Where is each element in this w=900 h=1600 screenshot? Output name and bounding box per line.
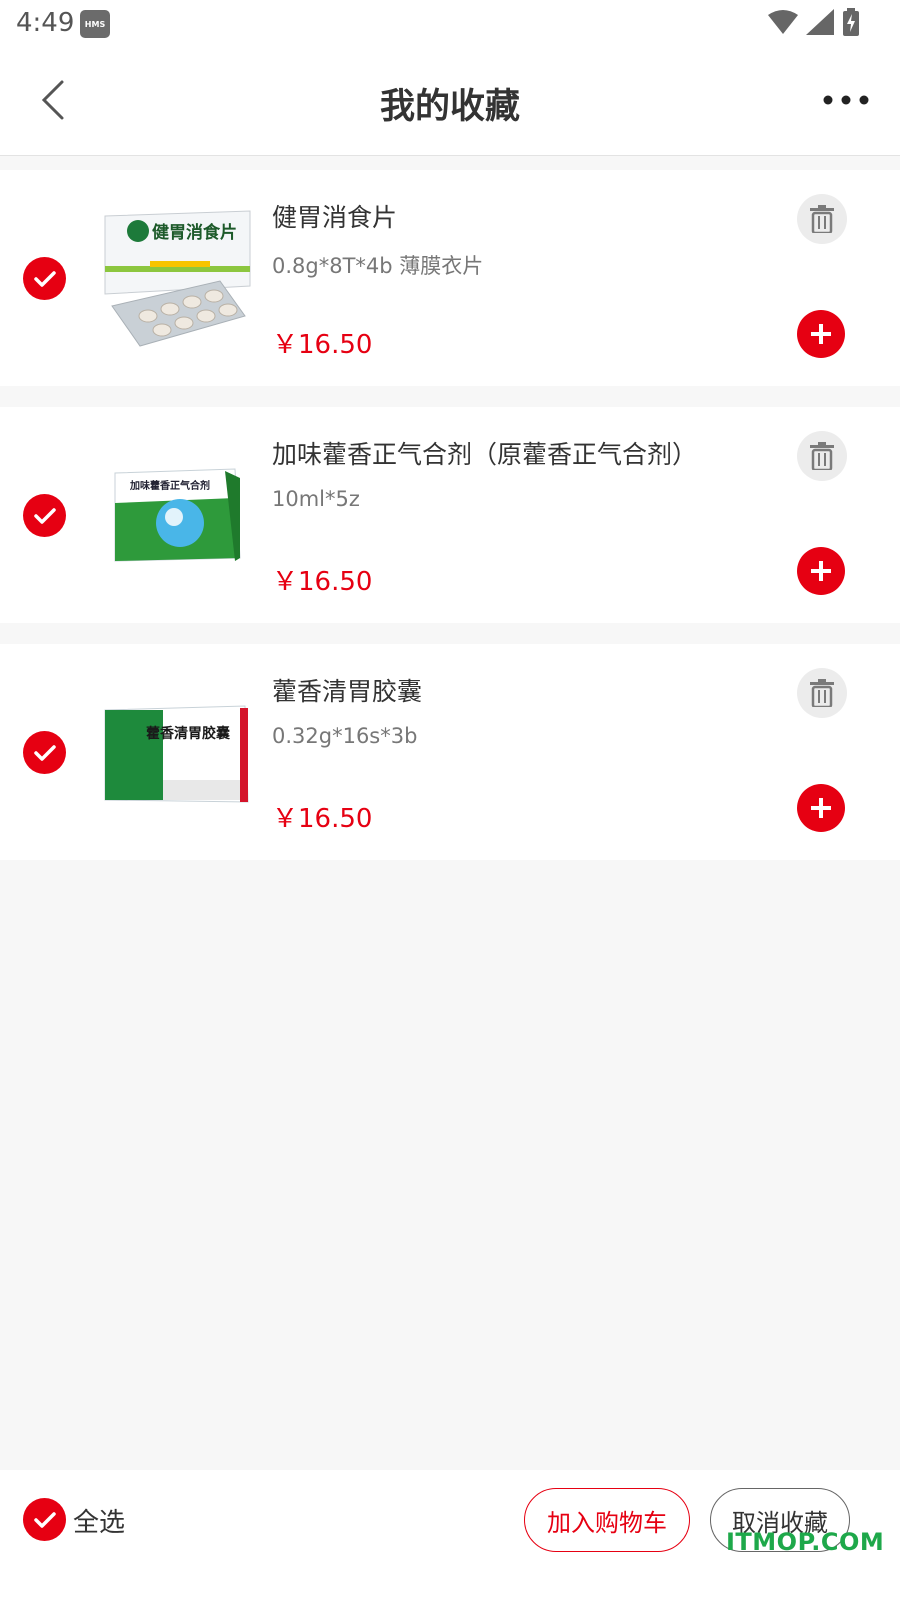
product-price: ￥16.50 [272,330,373,360]
page-title: 我的收藏 [379,87,520,127]
add-to-cart-button[interactable] [797,784,845,832]
list-item: 加味藿香正气合剂 加味藿香正气合剂（原藿香正气合剂） 10ml*5z ￥16.5… [0,407,900,623]
signal-icon [806,9,834,35]
product-box-label: 加味藿香正气合剂 [129,479,210,492]
plus-icon [811,798,831,818]
battery-icon [843,8,859,36]
delete-button[interactable] [797,668,847,718]
add-to-cart-button[interactable] [797,310,845,358]
item-checkbox[interactable] [23,731,66,774]
status-time: 4:49 [16,8,75,38]
header-bar: 我的收藏 [0,48,900,156]
product-name[interactable]: 健胃消食片 [272,198,397,234]
list-item: 健胃消食片 健胃消食片 0.8g*8T*4b 薄膜衣片 ￥16.50 [0,170,900,386]
watermark: ITMOP.COM [726,1528,885,1556]
item-checkbox[interactable] [23,257,66,300]
wifi-icon [768,10,798,34]
select-all-label[interactable]: 全选 [73,1502,125,1539]
more-button[interactable] [822,88,870,112]
check-icon [33,744,56,761]
product-image: 健胃消食片 [104,210,251,347]
plus-icon [811,324,831,344]
select-all-checkbox[interactable] [23,1498,66,1541]
product-image: 加味藿香正气合剂 [114,468,241,562]
product-spec: 0.8g*8T*4b 薄膜衣片 [272,254,484,278]
item-checkbox[interactable] [23,494,66,537]
list-item: 藿香清胃胶囊 藿香清胃胶囊 0.32g*16s*3b ￥16.50 [0,644,900,860]
hms-badge: HMS [80,10,110,38]
delete-button[interactable] [797,194,847,244]
trash-icon [810,442,834,470]
more-dots-icon [823,95,869,105]
product-image: 藿香清胃胶囊 [104,705,249,803]
status-bar: 4:49 HMS [0,0,900,48]
trash-icon [810,205,834,233]
product-spec: 10ml*5z [272,487,360,511]
trash-icon [810,679,834,707]
product-name[interactable]: 加味藿香正气合剂（原藿香正气合剂） [272,435,697,471]
check-icon [33,507,56,524]
add-all-to-cart-button[interactable]: 加入购物车 [524,1488,690,1552]
product-spec: 0.32g*16s*3b [272,724,418,748]
product-box-label: 藿香清胃胶囊 [146,725,231,742]
delete-button[interactable] [797,431,847,481]
plus-icon [811,561,831,581]
product-price: ￥16.50 [272,804,373,834]
check-icon [33,1511,56,1528]
add-to-cart-button[interactable] [797,547,845,595]
product-price: ￥16.50 [272,567,373,597]
product-name[interactable]: 藿香清胃胶囊 [272,672,422,708]
product-box-label: 健胃消食片 [152,222,237,243]
status-icons [768,8,860,36]
check-icon [33,270,56,287]
